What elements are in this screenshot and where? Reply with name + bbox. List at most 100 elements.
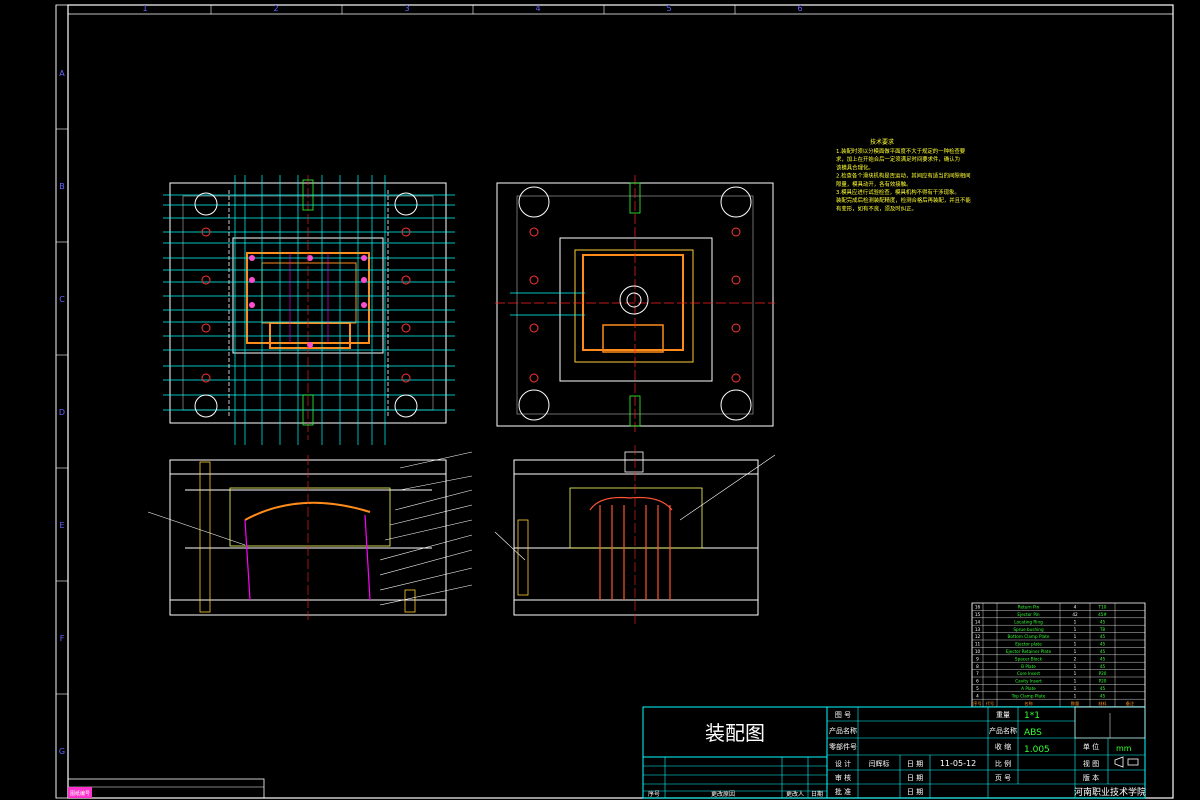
bom-cell: Core Insert <box>1017 671 1040 676</box>
bom-cell: 45 <box>1100 664 1106 669</box>
bom-cell: A Plate <box>1021 686 1036 691</box>
label-design: 设 计 <box>835 759 851 768</box>
bom-cell: Ejector Retainer Plate <box>1006 649 1052 654</box>
bom-cell: 1 <box>1074 627 1077 632</box>
bom-cell: 45 <box>1100 642 1106 647</box>
bom-cell: 1 <box>1074 649 1077 654</box>
tech-note-line: 2.检查各个滑块机构是否运动，其间应有适当的间隙相间 <box>836 172 971 180</box>
section-view-right <box>494 445 776 625</box>
bom-cell: 16 <box>975 605 981 610</box>
bom-cell: 1 <box>1074 619 1077 624</box>
label-projection: 视 图 <box>1083 759 1099 768</box>
bom-cell: 45 <box>1100 693 1106 698</box>
tech-note-line: 装配完成后检测装配精度，检测合格后再装配，并且不能 <box>836 196 971 204</box>
bom-header-cell: 序号 <box>973 700 981 707</box>
bom-cell: Locating Ring <box>1014 619 1043 624</box>
rev-col-date: 日期 <box>811 790 823 798</box>
row-label-C: C <box>59 295 65 304</box>
bom-cell: 14 <box>975 619 981 624</box>
bom-cell: 15 <box>975 612 981 617</box>
label-check: 审 核 <box>835 773 851 782</box>
column-label-3: 3 <box>404 4 409 13</box>
label-shrink: 收 缩 <box>995 742 1011 751</box>
bom-cell: 4 <box>976 693 979 698</box>
bom-cell: Cavity Insert <box>1015 679 1042 684</box>
bom-header-cell: 备注 <box>1126 700 1135 707</box>
bom-cell: 13 <box>975 627 981 632</box>
label-product-name: 产品名称 <box>829 726 857 735</box>
bom-cell: T10 <box>1098 605 1107 610</box>
bom-cell: T8 <box>1099 627 1106 632</box>
bom-cell: 2 <box>1074 656 1077 661</box>
bom-cell: 1 <box>1074 671 1077 676</box>
bom-cell: 4 <box>1074 605 1077 610</box>
row-label-E: E <box>59 521 64 530</box>
assembly-drawing-sheet: 123456 ABCDEFG 技术要求 1.装配时须以分模面做平面度不大于规定的… <box>55 4 1174 799</box>
bom-cell: 7 <box>976 671 979 676</box>
bom-header-cell: 数量 <box>1071 700 1079 707</box>
bom-cell: Bottom Clamp Plate <box>1008 634 1050 639</box>
bom-cell: Top Clamp Plate <box>1011 693 1046 698</box>
label-draw-part: 零部件号 <box>829 742 857 751</box>
column-label-6: 6 <box>797 4 802 13</box>
bom-cell: 5 <box>976 686 979 691</box>
label-page: 页 号 <box>995 774 1011 782</box>
bom-cell: 1 <box>1074 634 1077 639</box>
bom-cell: 45 <box>1100 656 1106 661</box>
rev-col-person: 更改人 <box>786 790 804 798</box>
bom-cell: 1 <box>1074 679 1077 684</box>
bom-cell: 11 <box>975 642 981 647</box>
bom-cell: P20 <box>1099 679 1107 684</box>
row-label-F: F <box>60 634 65 643</box>
tech-notes-title: 技术要求 <box>870 138 894 146</box>
row-label-G: G <box>59 747 65 756</box>
projection-symbol-icon <box>1114 756 1139 768</box>
bom-cell: 1 <box>1074 686 1077 691</box>
bom-cell: Ejector Pin <box>1017 612 1040 617</box>
tech-note-line: 1.装配时须以分模面做平面度不大于规定的一种检查要 <box>836 147 966 155</box>
label-approve: 批 准 <box>835 787 851 796</box>
bill-of-materials: 16 Return Pin 4 T1015 Ejector Pin 42 45#14 Loca… <box>971 602 1146 708</box>
tech-note-line: 求，加上在开始合后一定须满足时间要求件，确认为 <box>836 155 960 163</box>
bom-cell: Ejector plate <box>1015 642 1042 647</box>
unit-value: mm <box>1116 744 1132 753</box>
row-labels: A B C D E F G <box>56 69 68 756</box>
bom-cell: P20 <box>1099 671 1107 676</box>
row-label-A: A <box>59 69 65 78</box>
bom-cell: 6 <box>976 679 979 684</box>
label-product-material: 产品名称 <box>989 726 1017 735</box>
cavity-count-value: 1*1 <box>1024 711 1040 721</box>
bom-cell: 1 <box>1074 693 1077 698</box>
column-label-4: 4 <box>535 4 540 13</box>
tech-note-line: 有变形，如有不良，须及时纠正。 <box>836 204 917 212</box>
bom-header-cell: 材料 <box>1098 700 1107 707</box>
row-label-B: B <box>59 182 65 191</box>
school-name: 河南职业技术学院 <box>1074 786 1146 798</box>
bom-cell: 8 <box>976 664 979 669</box>
rev-col-reason: 更改原因 <box>711 790 735 798</box>
bom-cell: 10 <box>975 649 981 654</box>
bom-cell: Sprue bushing <box>1013 627 1044 632</box>
column-label-5: 5 <box>666 4 671 13</box>
label-unit: 单 位 <box>1083 742 1099 751</box>
tech-note-line: 3.模具应进行试验检查，模具机构不得有干涉现象。 <box>836 188 960 196</box>
corner-tag: 图纸编号 <box>70 790 90 797</box>
bom-cell: B Plate <box>1021 664 1036 669</box>
bom-cell: 45 <box>1100 634 1106 639</box>
plan-view-fixed-half <box>163 175 455 445</box>
plan-view-moving-half <box>495 175 775 435</box>
rev-col-no: 序号 <box>648 790 660 798</box>
bom-cell: 45 <box>1100 649 1106 654</box>
title-block: 装配图 图 号 产品名称 零部件号 设 计 审 核 批 准 闫辉标 日 期 日 … <box>642 706 1146 799</box>
bom-cell: Spacer Block <box>1015 656 1043 661</box>
bom-cell: 1 <box>1074 642 1077 647</box>
tech-note-line: 该模具合理化。 <box>836 163 874 171</box>
designer-name: 闫辉标 <box>869 759 890 768</box>
label-date-approve: 日 期 <box>907 788 923 796</box>
bom-cell: 45# <box>1098 612 1107 617</box>
bom-cell: 42 <box>1072 612 1078 617</box>
bom-cell: 45 <box>1100 686 1106 691</box>
section-view-left <box>147 451 473 620</box>
label-date-check: 日 期 <box>907 774 923 782</box>
bom-cell: 45 <box>1100 619 1106 624</box>
